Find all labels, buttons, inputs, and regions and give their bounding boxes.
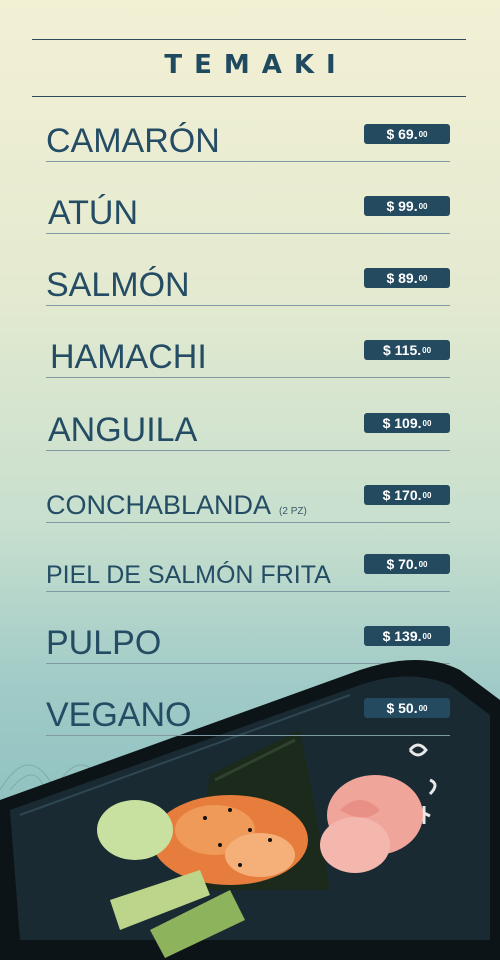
item-name: ANGUILA [48, 411, 198, 449]
item-divider [46, 522, 450, 523]
item-name: VEGANO [46, 696, 192, 734]
item-name: HAMACHI [50, 338, 207, 376]
menu-item[interactable]: ATÚN $ 99. 00 [46, 190, 450, 234]
item-name: CONCHABLANDA (2 PZ) [46, 490, 307, 520]
menu-item[interactable]: CONCHABLANDA (2 PZ) $ 170. 00 [46, 479, 450, 523]
menu-item[interactable]: HAMACHI $ 115. 00 [46, 334, 450, 378]
item-divider [46, 233, 450, 234]
item-divider [46, 450, 450, 451]
price-badge: $ 69. 00 [364, 124, 450, 144]
item-divider [46, 377, 450, 378]
price-badge: $ 109. 00 [364, 413, 450, 433]
menu-item[interactable]: VEGANO $ 50. 00 [46, 692, 450, 736]
item-name: CAMARÓN [46, 122, 220, 160]
item-divider [46, 591, 450, 592]
price-badge: $ 89. 00 [364, 268, 450, 288]
temaki-hand-roll-photo [0, 640, 500, 960]
menu-item[interactable]: CAMARÓN $ 69. 00 [46, 118, 450, 162]
item-name: SALMÓN [46, 266, 190, 304]
item-divider [46, 735, 450, 736]
item-name: PIEL DE SALMÓN FRITA [46, 561, 331, 589]
title-divider [32, 96, 466, 97]
menu-item[interactable]: PIEL DE SALMÓN FRITA $ 70. 00 [46, 548, 450, 592]
top-divider [32, 39, 466, 40]
menu-item[interactable]: ANGUILA $ 109. 00 [46, 407, 450, 451]
item-divider [46, 161, 450, 162]
price-badge: $ 170. 00 [364, 485, 450, 505]
menu-item[interactable]: SALMÓN $ 89. 00 [46, 262, 450, 306]
menu-title: TEMAKI [164, 50, 348, 80]
price-badge: $ 70. 00 [364, 554, 450, 574]
item-note: (2 PZ) [279, 506, 307, 517]
price-badge: $ 99. 00 [364, 196, 450, 216]
item-name: ATÚN [48, 194, 139, 232]
price-badge: $ 50. 00 [364, 698, 450, 718]
price-badge: $ 115. 00 [364, 340, 450, 360]
item-divider [46, 305, 450, 306]
